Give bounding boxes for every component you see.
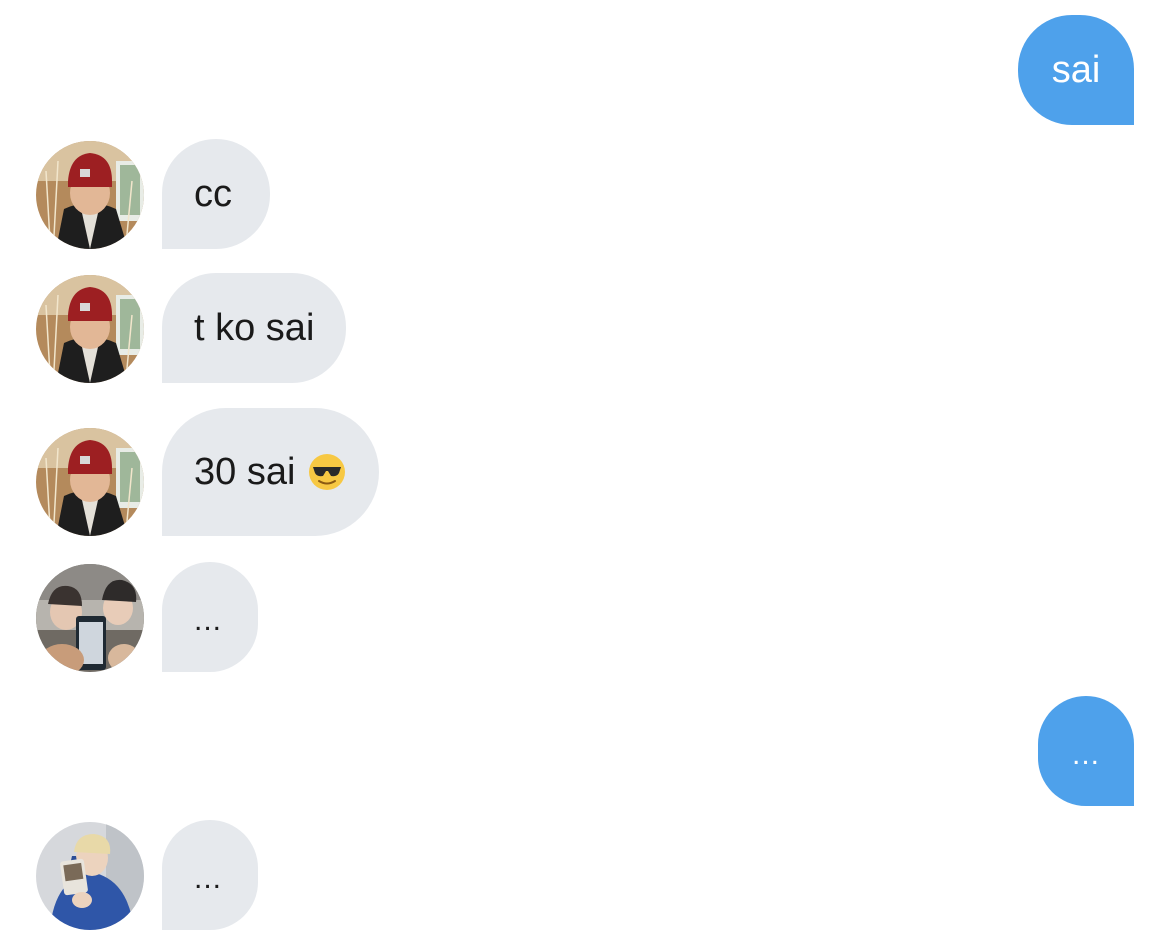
outgoing-message-bubble[interactable]: sai bbox=[1018, 15, 1134, 125]
message-text: cc bbox=[194, 173, 232, 215]
message-text: ... bbox=[1071, 738, 1100, 771]
smiling-face-with-sunglasses-icon bbox=[307, 452, 347, 492]
incoming-message-bubble[interactable]: cc bbox=[162, 139, 270, 249]
message-row-incoming: ... bbox=[0, 820, 1170, 930]
message-row-incoming: cc bbox=[0, 139, 1170, 249]
avatar-red-beanie[interactable] bbox=[36, 428, 144, 536]
message-row-outgoing: sai bbox=[0, 15, 1170, 125]
outgoing-message-bubble[interactable]: ... bbox=[1038, 696, 1134, 806]
incoming-message-bubble[interactable]: 30 sai bbox=[162, 408, 380, 536]
message-row-outgoing: ... bbox=[0, 696, 1170, 806]
incoming-message-bubble[interactable]: ... bbox=[162, 562, 258, 672]
incoming-message-bubble[interactable]: ... bbox=[162, 820, 258, 930]
message-text: sai bbox=[1051, 49, 1101, 91]
message-text: 30 sai bbox=[194, 451, 296, 493]
message-text: ... bbox=[194, 604, 223, 637]
message-row-incoming: 30 sai bbox=[0, 408, 1170, 536]
message-thread: sai cc t ko sai 30 sai ... ... ... bbox=[0, 0, 1170, 947]
avatar-red-beanie[interactable] bbox=[36, 141, 144, 249]
avatar-blue-hoodie[interactable] bbox=[36, 822, 144, 930]
message-row-incoming: t ko sai bbox=[0, 273, 1170, 383]
message-text: ... bbox=[194, 862, 223, 895]
avatar-red-beanie[interactable] bbox=[36, 275, 144, 383]
incoming-message-bubble[interactable]: t ko sai bbox=[162, 273, 347, 383]
message-text: t ko sai bbox=[194, 307, 315, 349]
avatar-group-photo[interactable] bbox=[36, 564, 144, 672]
message-row-incoming: ... bbox=[0, 562, 1170, 672]
